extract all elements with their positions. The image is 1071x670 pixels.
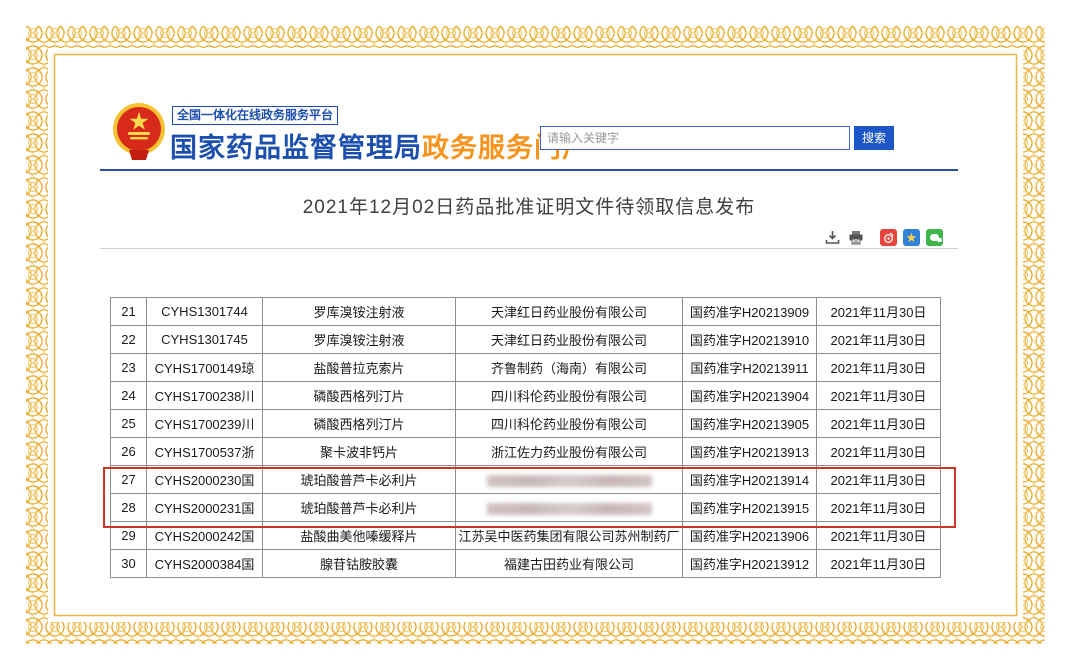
cell-date: 2021年11月30日 [817, 298, 941, 326]
share-wechat-icon[interactable] [926, 229, 943, 246]
cell-company: 天津红日药业股份有限公司 [456, 298, 683, 326]
cell-acceptance_no: CYHS2000242国 [147, 522, 263, 550]
cell-company: 浙江佐力药业股份有限公司 [456, 438, 683, 466]
cell-no: 21 [111, 298, 147, 326]
cell-approval_no: 国药准字H20213910 [683, 326, 817, 354]
download-icon[interactable] [824, 229, 841, 246]
share-weibo-icon[interactable] [880, 229, 897, 246]
cell-acceptance_no: CYHS1700149琼 [147, 354, 263, 382]
cell-company: 四川科伦药业股份有限公司 [456, 410, 683, 438]
print-icon[interactable] [847, 229, 864, 246]
cell-approval_no: 国药准字H20213913 [683, 438, 817, 466]
redacted-company-blur [487, 475, 652, 487]
cell-company: 福建古田药业有限公司 [456, 550, 683, 578]
cell-approval_no: 国药准字H20213906 [683, 522, 817, 550]
cell-acceptance_no: CYHS2000231国 [147, 494, 263, 522]
cell-approval_no: 国药准字H20213909 [683, 298, 817, 326]
cell-approval_no: 国药准字H20213914 [683, 466, 817, 494]
cell-acceptance_no: CYHS1700537浙 [147, 438, 263, 466]
cell-no: 23 [111, 354, 147, 382]
table-row: 30CYHS2000384国腺苷钴胺胶囊福建古田药业有限公司国药准字H20213… [111, 550, 941, 578]
cell-approval_no: 国药准字H20213915 [683, 494, 817, 522]
cell-date: 2021年11月30日 [817, 382, 941, 410]
page-title: 2021年12月02日药品批准证明文件待领取信息发布 [100, 192, 958, 219]
site-title: 国家药品监督管理局政务服务门户 [170, 126, 590, 165]
cell-drug_name: 罗库溴铵注射液 [263, 298, 456, 326]
drug-table-body: 21CYHS1301744罗库溴铵注射液天津红日药业股份有限公司国药准字H202… [111, 298, 941, 578]
table-row: 27CYHS2000230国琥珀酸普芦卡必利片 国药准字H202139142021… [111, 466, 941, 494]
cell-date: 2021年11月30日 [817, 410, 941, 438]
redacted-company-blur [487, 503, 652, 515]
share-qzone-icon[interactable]: ★ [903, 229, 920, 246]
cell-company: 天津红日药业股份有限公司 [456, 326, 683, 354]
cell-company: 齐鲁制药（海南）有限公司 [456, 354, 683, 382]
toolbar-divider [100, 248, 958, 249]
cell-company: 四川科伦药业股份有限公司 [456, 382, 683, 410]
drug-approval-table: 21CYHS1301744罗库溴铵注射液天津红日药业股份有限公司国药准字H202… [110, 297, 941, 578]
cell-drug_name: 盐酸普拉克索片 [263, 354, 456, 382]
cell-drug_name: 琥珀酸普芦卡必利片 [263, 494, 456, 522]
cell-no: 25 [111, 410, 147, 438]
cell-date: 2021年11月30日 [817, 550, 941, 578]
cell-no: 22 [111, 326, 147, 354]
platform-badge: 全国一体化在线政务服务平台 [172, 106, 338, 125]
cell-date: 2021年11月30日 [817, 354, 941, 382]
cell-approval_no: 国药准字H20213905 [683, 410, 817, 438]
cell-date: 2021年11月30日 [817, 466, 941, 494]
table-row: 23CYHS1700149琼盐酸普拉克索片齐鲁制药（海南）有限公司国药准字H20… [111, 354, 941, 382]
org-name: 国家药品监督管理局 [170, 133, 422, 163]
cell-drug_name: 磷酸西格列汀片 [263, 410, 456, 438]
cell-acceptance_no: CYHS2000384国 [147, 550, 263, 578]
cell-drug_name: 磷酸西格列汀片 [263, 382, 456, 410]
cell-company [456, 466, 683, 494]
cell-acceptance_no: CYHS1700238川 [147, 382, 263, 410]
table-row: 25CYHS1700239川磷酸西格列汀片四川科伦药业股份有限公司国药准字H20… [111, 410, 941, 438]
cell-no: 26 [111, 438, 147, 466]
toolbar: ★ [824, 229, 943, 246]
cell-no: 29 [111, 522, 147, 550]
cell-drug_name: 腺苷钴胺胶囊 [263, 550, 456, 578]
cell-no: 27 [111, 466, 147, 494]
cell-approval_no: 国药准字H20213912 [683, 550, 817, 578]
cell-acceptance_no: CYHS1700239川 [147, 410, 263, 438]
cell-approval_no: 国药准字H20213911 [683, 354, 817, 382]
table-row: 28CYHS2000231国琥珀酸普芦卡必利片 国药准字H202139152021… [111, 494, 941, 522]
cell-drug_name: 琥珀酸普芦卡必利片 [263, 466, 456, 494]
search-input[interactable] [540, 126, 850, 150]
cell-company: 江苏吴中医药集团有限公司苏州制药厂 [456, 522, 683, 550]
table-row: 22CYHS1301745罗库溴铵注射液天津红日药业股份有限公司国药准字H202… [111, 326, 941, 354]
table-row: 24CYHS1700238川磷酸西格列汀片四川科伦药业股份有限公司国药准字H20… [111, 382, 941, 410]
cell-approval_no: 国药准字H20213904 [683, 382, 817, 410]
cell-acceptance_no: CYHS1301745 [147, 326, 263, 354]
cell-acceptance_no: CYHS1301744 [147, 298, 263, 326]
table-row: 29CYHS2000242国盐酸曲美他嗪缓释片江苏吴中医药集团有限公司苏州制药厂… [111, 522, 941, 550]
cell-acceptance_no: CYHS2000230国 [147, 466, 263, 494]
table-row: 21CYHS1301744罗库溴铵注射液天津红日药业股份有限公司国药准字H202… [111, 298, 941, 326]
cell-no: 30 [111, 550, 147, 578]
cell-date: 2021年11月30日 [817, 494, 941, 522]
cell-drug_name: 罗库溴铵注射液 [263, 326, 456, 354]
cell-no: 24 [111, 382, 147, 410]
cell-drug_name: 盐酸曲美他嗪缓释片 [263, 522, 456, 550]
cell-date: 2021年11月30日 [817, 438, 941, 466]
cell-company [456, 494, 683, 522]
cell-drug_name: 聚卡波非钙片 [263, 438, 456, 466]
header-divider [100, 169, 958, 171]
cell-date: 2021年11月30日 [817, 326, 941, 354]
cell-no: 28 [111, 494, 147, 522]
national-emblem-logo [111, 102, 167, 162]
search-bar: 搜索 [540, 126, 894, 150]
table-row: 26CYHS1700537浙聚卡波非钙片浙江佐力药业股份有限公司国药准字H202… [111, 438, 941, 466]
search-button[interactable]: 搜索 [854, 126, 894, 150]
page: 全国一体化在线政务服务平台 国家药品监督管理局政务服务门户 搜索 2021年12… [0, 0, 1071, 670]
cell-date: 2021年11月30日 [817, 522, 941, 550]
